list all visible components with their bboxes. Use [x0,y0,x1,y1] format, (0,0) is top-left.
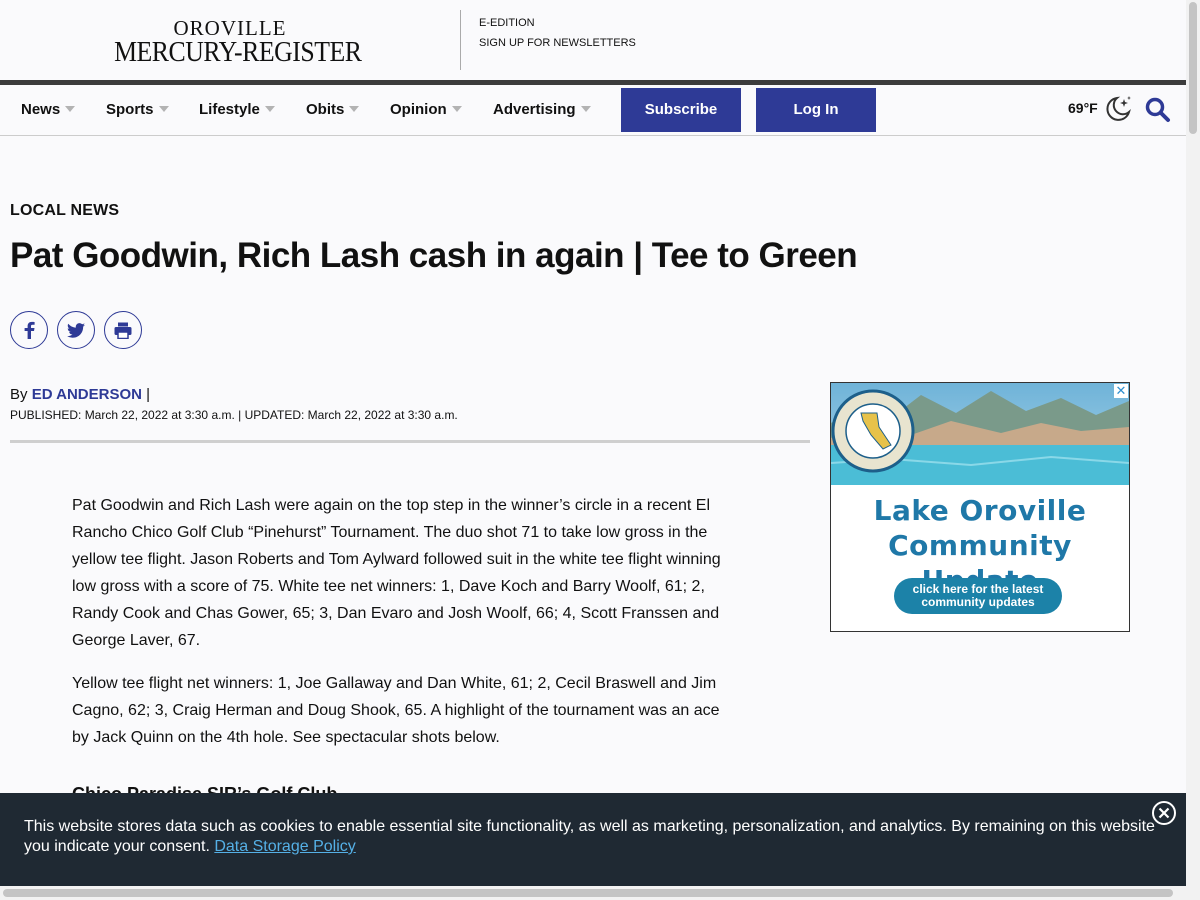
nav-label: Advertising [493,101,576,118]
article-paragraph: Yellow tee flight net winners: 1, Joe Ga… [72,675,720,746]
facebook-icon [24,321,35,339]
cookie-text: This website stores data such as cookies… [24,817,1164,857]
scroll-thumb[interactable] [3,889,1173,897]
search-icon[interactable] [1145,97,1171,128]
newsletters-link[interactable]: SIGN UP FOR NEWSLETTERS [479,33,636,53]
article-body: Pat Goodwin and Rich Lash were again on … [72,492,732,767]
facebook-share-button[interactable] [10,311,48,349]
moon-stars-icon [1103,94,1133,129]
nav-item-obits[interactable]: Obits [306,101,360,118]
article-headline: Pat Goodwin, Rich Lash cash in again | T… [10,236,858,275]
top-links: E-EDITION SIGN UP FOR NEWSLETTERS [479,13,636,53]
nav-item-lifestyle[interactable]: Lifestyle [199,101,275,118]
nav-label: Obits [306,101,345,118]
nav-label: Sports [106,101,154,118]
ad-cta-label: click here for the latest community upda… [912,582,1044,609]
article-paragraph: Pat Goodwin and Rich Lash were again on … [72,497,721,649]
site-logo[interactable]: OROVILLE MERCURY-REGISTER [104,16,362,68]
byline-prefix: By [10,386,28,403]
caret-down-icon [580,106,591,112]
vertical-scrollbar[interactable] [1186,0,1200,900]
byline-divider [10,440,810,443]
nav-label: Opinion [390,101,447,118]
main-nav: News Sports Lifestyle Obits Opinion Adve… [0,80,1186,136]
twitter-share-button[interactable] [57,311,95,349]
caret-down-icon [65,106,76,112]
cookie-message: This website stores data such as cookies… [24,818,1155,855]
header-divider [460,10,461,70]
login-button[interactable]: Log In [756,88,876,132]
publish-dates: PUBLISHED: March 22, 2022 at 3:30 a.m. |… [10,408,458,422]
caret-down-icon [451,106,462,112]
nav-label: News [21,101,61,118]
caret-down-icon [158,106,169,112]
author-link[interactable]: ED ANDERSON [32,386,142,403]
subscribe-button[interactable]: Subscribe [621,88,741,132]
scroll-thumb[interactable] [1189,2,1197,134]
ad-lake-image [831,383,1129,485]
cookie-close-button[interactable] [1152,801,1176,825]
cookie-banner: This website stores data such as cookies… [0,793,1186,886]
caret-down-icon [264,106,275,112]
ad-close-icon[interactable]: ✕ [1114,384,1128,398]
logo-line-1: OROVILLE [173,16,287,40]
data-storage-policy-link[interactable]: Data Storage Policy [214,838,355,855]
twitter-icon [67,322,85,338]
lake-oroville-ad[interactable]: ✕ Lake Oroville Community Update click h… [830,382,1130,632]
nav-item-opinion[interactable]: Opinion [390,101,462,118]
printer-icon [114,322,132,339]
horizontal-scrollbar[interactable] [0,886,1186,900]
nav-label: Lifestyle [199,101,260,118]
weather-temp: 69°F [1068,100,1098,116]
logo-line-2: MERCURY-REGISTER [114,37,362,68]
site-header: OROVILLE MERCURY-REGISTER E-EDITION SIGN… [0,0,1186,80]
nav-item-news[interactable]: News [21,101,76,118]
byline-separator: | [146,386,151,403]
nav-item-advertising[interactable]: Advertising [493,101,591,118]
ad-cta-button[interactable]: click here for the latest community upda… [894,578,1062,614]
print-button[interactable] [104,311,142,349]
caret-down-icon [349,106,360,112]
nav-item-sports[interactable]: Sports [106,101,169,118]
close-icon [1158,807,1170,819]
byline: By ED ANDERSON | [10,386,150,403]
e-edition-link[interactable]: E-EDITION [479,13,636,33]
section-label[interactable]: LOCAL NEWS [10,202,119,220]
ad-title-line: Lake Oroville [873,494,1087,527]
